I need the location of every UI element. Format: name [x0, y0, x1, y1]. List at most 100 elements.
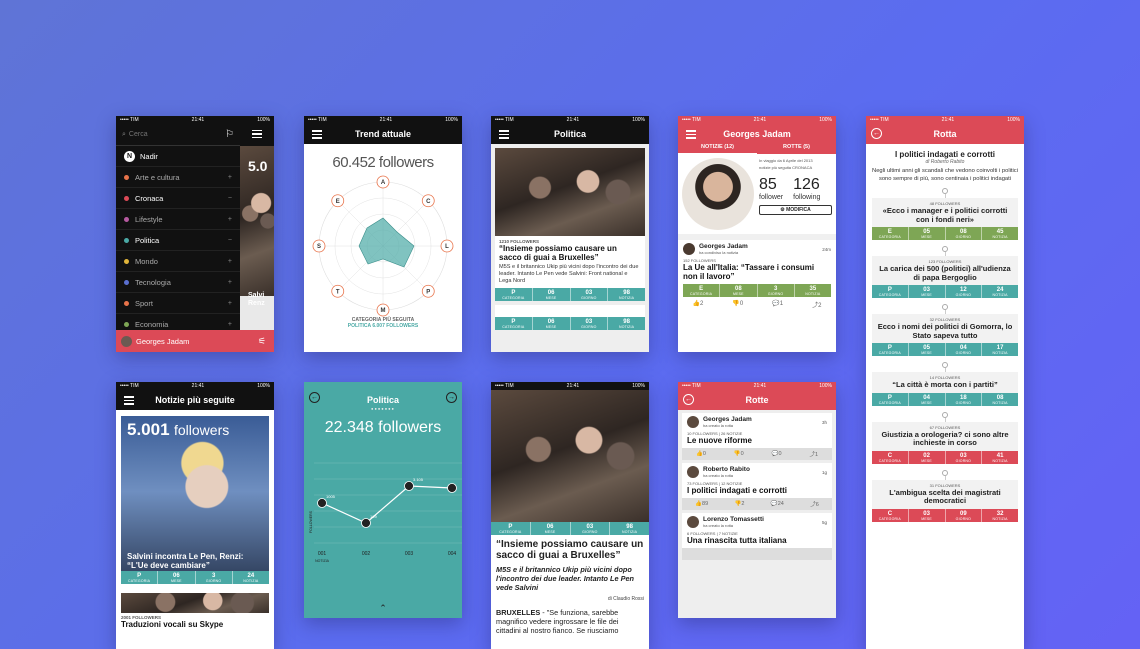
data-point[interactable] — [447, 483, 457, 493]
action-count: 1 — [814, 452, 819, 458]
route-card[interactable]: 31 FOLLOWERS L'ambigua scelta dei magistr… — [872, 479, 1018, 522]
menu-item[interactable]: Arte e cultura + — [116, 167, 240, 188]
back-arrow-icon[interactable]: ← — [309, 392, 320, 403]
share-icon[interactable]: ⤴1 — [809, 450, 818, 458]
expand-toggle-icon[interactable]: + — [228, 216, 232, 223]
route-card[interactable]: 48 FOLLOWERS «Ecco i manager e i politici… — [872, 198, 1018, 240]
card-followers: 123 FOLLOWERS — [928, 259, 962, 264]
share-icon[interactable]: ⤴6 — [810, 500, 819, 508]
flag-icon[interactable]: ⚐ — [225, 129, 234, 140]
stat-cell: P CATEGORIA — [872, 343, 909, 356]
article-headline: “Insieme possiamo causare un sacco di gu… — [496, 539, 644, 561]
card-followers: 67 FOLLOWERS — [929, 424, 961, 430]
back-arrow-icon[interactable]: ← — [871, 128, 882, 139]
tab-notizie[interactable]: NOTIZIE (12) — [678, 144, 757, 154]
forward-arrow-icon[interactable]: → — [446, 392, 457, 403]
news-headline: “Insieme possiamo causare un sacco di gu… — [499, 244, 617, 262]
dislike-icon[interactable]: 👎0 — [732, 300, 743, 309]
route-card[interactable]: 123 FOLLOWERS La carica dei 500 (politici… — [872, 256, 1018, 298]
menu-item[interactable]: Cronaca − — [116, 188, 240, 209]
like-icon[interactable]: 👍2 — [693, 300, 704, 309]
route-author: di Roberto Rabito — [925, 159, 965, 165]
user-bar[interactable]: Georges Jadam ⚟ — [116, 330, 274, 352]
post-action: ha creato la rotta — [703, 423, 734, 428]
dislike-icon[interactable]: 👎0 — [734, 451, 744, 457]
stat-label: GIORNO — [955, 235, 972, 239]
news-card[interactable]: 5.001 followers Salvini incontra Le Pen,… — [121, 416, 269, 584]
expand-toggle-icon[interactable]: + — [228, 279, 232, 286]
share-icon[interactable]: ⤴2 — [812, 300, 821, 309]
post-user: Roberto Rabito — [703, 466, 750, 473]
tab-rotte[interactable]: ROTTE (5) — [757, 144, 836, 154]
radar-axis-label: P — [426, 289, 430, 295]
edit-button[interactable]: ⚙ MODIFICA — [759, 205, 832, 215]
post-time: 3h — [821, 419, 827, 425]
data-point[interactable] — [361, 518, 371, 528]
data-point[interactable] — [317, 498, 327, 508]
like-icon[interactable]: 👍89 — [695, 501, 708, 507]
stat-label: NOTIZIA — [992, 235, 1008, 239]
stat-cell: P CATEGORIA — [495, 288, 533, 301]
expand-toggle-icon[interactable]: + — [228, 258, 232, 265]
stat-cell: 04 GIORNO — [946, 343, 983, 356]
hamburger-icon[interactable] — [252, 129, 262, 141]
stat-cell: 17 NOTIZIA — [982, 343, 1018, 356]
menu-item-nadir[interactable]: N Nadir — [116, 146, 240, 167]
route-card[interactable]: 67 FOLLOWERS Giustizia a orologeria? ci s… — [872, 421, 1018, 464]
menu-item[interactable]: Tecnologia + — [116, 272, 240, 293]
stat-label: NOTIZIA — [619, 296, 635, 300]
route-post[interactable]: Georges Jadam ha creato la rotta 3h 10 FOLL… — [682, 413, 832, 460]
action-count: 2 — [741, 501, 745, 507]
clock: 21:41 — [941, 117, 955, 123]
back-arrow-icon[interactable]: ← — [683, 394, 694, 405]
stat-value: 02 — [923, 452, 930, 459]
expand-toggle-icon[interactable]: − — [228, 237, 232, 244]
clock: 21:41 — [191, 383, 205, 389]
menu-item[interactable]: Politica − — [116, 230, 240, 251]
stat-cell: P CATEGORIA — [872, 285, 909, 298]
route-post[interactable]: Roberto Rabito ha creato la rotta 1g 73 FOL… — [682, 463, 832, 510]
route-title: I politici indagati e corrotti — [894, 150, 995, 159]
hamburger-icon[interactable] — [312, 130, 322, 141]
route-card[interactable]: 14 FOLLOWERS “La città è morta con i part… — [872, 372, 1018, 406]
post-card[interactable]: Georges Jadam ha condiviso la notizia 24… — [678, 240, 836, 284]
route-card[interactable]: 32 FOLLOWERS Ecco i nomi dei politici di … — [872, 314, 1018, 356]
status-bar: ••••• TIM 21:41 100% — [678, 382, 836, 390]
chevron-up-icon[interactable]: ⌃ — [304, 603, 462, 614]
expand-toggle-icon[interactable]: − — [228, 195, 232, 202]
search-input[interactable] — [128, 131, 209, 138]
expand-toggle-icon[interactable]: + — [228, 174, 232, 181]
comment-icon[interactable]: 💬1 — [772, 300, 783, 309]
titlebar: ← Rotte — [678, 390, 836, 410]
action-count: 0 — [778, 451, 782, 457]
stats-row: P CATEGORIA 06 MESE 03 GIORNO 98 NOTIZIA — [495, 317, 645, 330]
hamburger-icon[interactable] — [499, 130, 509, 141]
menu-item[interactable]: Lifestyle + — [116, 209, 240, 230]
stats-row: P CATEGORIA 06 MESE 03 GIORNO 98 NOTIZIA — [491, 522, 649, 535]
data-point[interactable] — [404, 481, 414, 491]
stat-label: CATEGORIA — [878, 400, 901, 405]
stats-row: P CATEGORIA 06 MESE 03 GIORNO 98 NOTIZIA — [495, 288, 645, 301]
action-glyph: 💬 — [770, 501, 778, 507]
expand-toggle-icon[interactable]: + — [228, 300, 232, 307]
settings-sliders-icon[interactable]: ⚟ — [258, 336, 266, 347]
hamburger-icon[interactable] — [686, 130, 696, 141]
hamburger-icon[interactable] — [124, 396, 134, 407]
card-title: Giustizia a orologeria? ci sono altre in… — [881, 429, 1009, 447]
news-card[interactable]: 1210 FOLLOWERS “Insieme possiamo causare… — [495, 148, 645, 301]
expand-toggle-icon[interactable]: + — [228, 321, 232, 328]
comment-icon[interactable]: 💬24 — [771, 501, 784, 507]
like-icon[interactable]: 👍0 — [696, 451, 706, 457]
screen-rotta: ••••• TIM 21:41 100% ← Rotta I politici … — [866, 116, 1024, 649]
clock: 21:41 — [753, 383, 767, 389]
menu-item[interactable]: Mondo + — [116, 251, 240, 272]
post-title: Una rinascita tutta italiana — [687, 536, 787, 545]
menu-item[interactable]: Sport + — [116, 293, 240, 314]
search-icon: ⌕ — [122, 130, 126, 138]
stat-cell: 06 MESE — [533, 288, 571, 301]
stat-cell: 03 GIORNO — [571, 288, 609, 301]
dislike-icon[interactable]: 👎2 — [735, 501, 745, 507]
comment-icon[interactable]: 💬0 — [772, 451, 782, 457]
route-post[interactable]: Lorenzo Tomassetti ha creato la rotta 5g 6 … — [682, 513, 832, 560]
stat-label: NOTIZIA — [622, 530, 638, 534]
